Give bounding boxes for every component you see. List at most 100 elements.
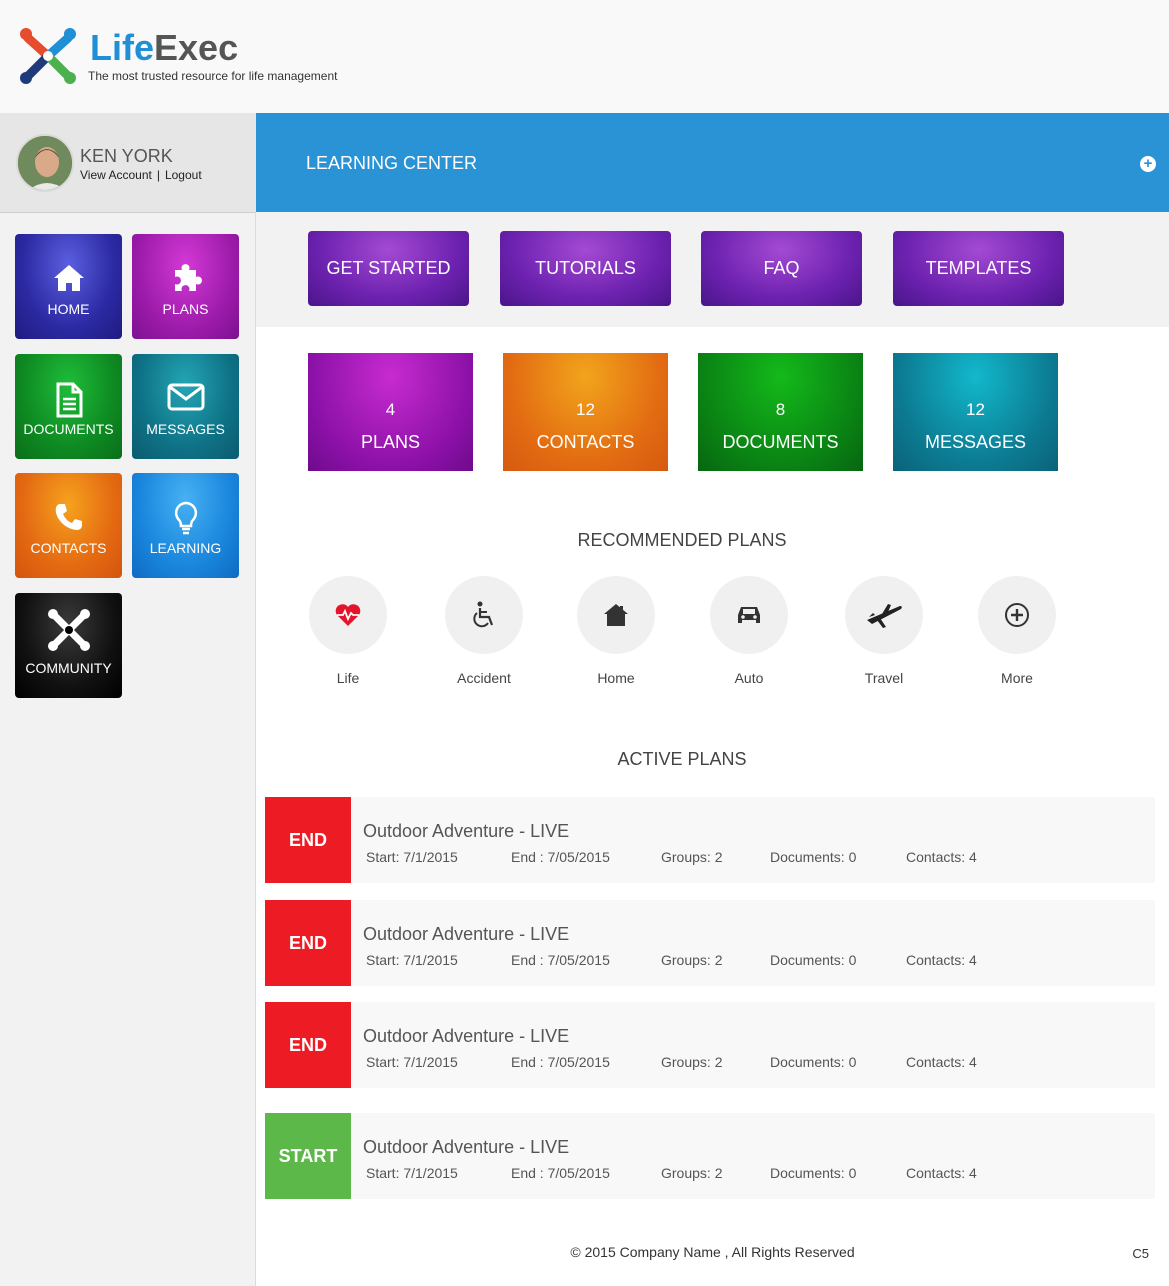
plan-start-date: Start: 7/1/2015 — [366, 1165, 458, 1181]
brand-name[interactable]: LifeExec — [90, 28, 238, 68]
stat-card-contacts[interactable]: 12 CONTACTS — [503, 353, 668, 471]
learning-toolbar: GET STARTED TUTORIALS FAQ TEMPLATES — [256, 212, 1169, 327]
active-plan-row[interactable]: END Outdoor Adventure - LIVE Start: 7/1/… — [265, 797, 1155, 883]
plan-end-date: End : 7/05/2015 — [511, 1054, 610, 1070]
plan-start-date: Start: 7/1/2015 — [366, 952, 458, 968]
stat-count: 4 — [385, 400, 396, 419]
faq-button[interactable]: FAQ — [701, 231, 862, 306]
brand-tagline: The most trusted resource for life manag… — [88, 69, 338, 83]
tutorials-button[interactable]: TUTORIALS — [500, 231, 671, 306]
active-plan-row[interactable]: END Outdoor Adventure - LIVE Start: 7/1/… — [265, 1002, 1155, 1088]
end-button[interactable]: END — [265, 797, 351, 883]
nav-tile-label: MESSAGES — [146, 421, 225, 437]
stat-label: MESSAGES — [924, 432, 1027, 452]
end-button[interactable]: END — [265, 1002, 351, 1088]
nav-tile-label: HOME — [47, 301, 90, 317]
nav-tile-community[interactable]: COMMUNITY — [15, 593, 122, 698]
plan-start-date: Start: 7/1/2015 — [366, 849, 458, 865]
heartbeat-icon — [335, 604, 361, 626]
nav-tile-label: CONTACTS — [30, 540, 107, 556]
document-icon — [56, 382, 82, 418]
active-plan-row[interactable]: END Outdoor Adventure - LIVE Start: 7/1/… — [265, 900, 1155, 986]
plan-title[interactable]: Outdoor Adventure - LIVE — [363, 924, 569, 945]
user-panel: KEN YORK View Account | Logout — [0, 113, 256, 213]
active-plan-row[interactable]: START Outdoor Adventure - LIVE Start: 7/… — [265, 1113, 1155, 1199]
link-separator: | — [156, 168, 160, 182]
plus-circle-icon — [1005, 603, 1029, 627]
car-icon — [738, 607, 760, 623]
recommended-plan-home[interactable]: Home — [566, 576, 666, 686]
recommended-plan-travel[interactable]: Travel — [834, 576, 934, 686]
stat-label: CONTACTS — [536, 432, 635, 452]
recommended-plan-label: More — [1001, 670, 1033, 686]
plan-documents: Documents: 0 — [770, 1054, 857, 1070]
view-account-link[interactable]: View Account — [80, 168, 152, 182]
recommended-plan-accident[interactable]: Accident — [434, 576, 534, 686]
nav-tile-label: LEARNING — [149, 540, 222, 556]
brand-name-part1: Life — [90, 27, 155, 68]
logo-icon[interactable] — [14, 22, 82, 90]
avatar-image — [18, 136, 72, 190]
nav-tile-label: PLANS — [162, 301, 209, 317]
wheelchair-icon — [473, 601, 494, 628]
sidebar: KEN YORK View Account | Logout HOME PLANS … — [0, 113, 256, 1286]
nav-tile-home[interactable]: HOME — [15, 234, 122, 339]
plan-groups: Groups: 2 — [661, 1054, 723, 1070]
templates-button[interactable]: TEMPLATES — [893, 231, 1064, 306]
plus-circle-icon[interactable]: + — [1140, 156, 1156, 172]
airplane-icon — [867, 604, 902, 628]
recommended-plan-label: Home — [597, 670, 635, 686]
learning-center-banner: LEARNING CENTER + — [256, 113, 1169, 212]
recommended-plan-label: Auto — [734, 670, 764, 686]
stat-count: 8 — [775, 400, 786, 419]
nav-tile-messages[interactable]: MESSAGES — [132, 354, 239, 459]
plan-contacts: Contacts: 4 — [906, 952, 977, 968]
stat-card-messages[interactable]: 12 MESSAGES — [893, 353, 1058, 471]
active-plans-title: ACTIVE PLANS — [617, 749, 747, 769]
recommended-plan-more[interactable]: More — [967, 576, 1067, 686]
recommended-plan-label: Travel — [864, 670, 904, 686]
envelope-icon — [167, 383, 204, 411]
plan-groups: Groups: 2 — [661, 952, 723, 968]
page-title: LEARNING CENTER — [306, 153, 478, 173]
plan-groups: Groups: 2 — [661, 849, 723, 865]
brand-name-part2: Exec — [154, 27, 239, 68]
plan-contacts: Contacts: 4 — [906, 1165, 977, 1181]
nav-tile-plans[interactable]: PLANS — [132, 234, 239, 339]
logout-link[interactable]: Logout — [165, 168, 202, 182]
start-button[interactable]: START — [265, 1113, 351, 1199]
plan-start-date: Start: 7/1/2015 — [366, 1054, 458, 1070]
plan-contacts: Contacts: 4 — [906, 1054, 977, 1070]
recommended-plan-auto[interactable]: Auto — [699, 576, 799, 686]
user-name: KEN YORK — [80, 146, 173, 166]
recommended-plan-label: Accident — [457, 670, 511, 686]
stat-card-plans[interactable]: 4 PLANS — [308, 353, 473, 471]
stat-count: 12 — [576, 400, 595, 419]
plan-contacts: Contacts: 4 — [906, 849, 977, 865]
nav-tile-documents[interactable]: DOCUMENTS — [15, 354, 122, 459]
get-started-button[interactable]: GET STARTED — [308, 231, 469, 306]
nav-tile-contacts[interactable]: CONTACTS — [15, 473, 122, 578]
user-links: View Account | Logout — [80, 168, 202, 182]
header: LifeExec The most trusted resource for l… — [0, 0, 1169, 113]
plan-title[interactable]: Outdoor Adventure - LIVE — [363, 1026, 569, 1047]
plan-end-date: End : 7/05/2015 — [511, 1165, 610, 1181]
avatar[interactable] — [16, 134, 74, 192]
home-icon — [53, 265, 84, 291]
plan-end-date: End : 7/05/2015 — [511, 952, 610, 968]
plan-end-date: End : 7/05/2015 — [511, 849, 610, 865]
plan-documents: Documents: 0 — [770, 849, 857, 865]
stat-card-documents[interactable]: 8 DOCUMENTS — [698, 353, 863, 471]
nav-tile-label: COMMUNITY — [25, 660, 112, 676]
recommended-plan-life[interactable]: Life — [298, 576, 398, 686]
footer-copyright: © 2015 Company Name , All Rights Reserve… — [570, 1244, 855, 1260]
house-icon — [604, 604, 628, 626]
plan-title[interactable]: Outdoor Adventure - LIVE — [363, 821, 569, 842]
nav-tile-learning[interactable]: LEARNING — [132, 473, 239, 578]
stat-label: DOCUMENTS — [722, 432, 839, 452]
footer-code: C5 — [1132, 1246, 1149, 1261]
end-button[interactable]: END — [265, 900, 351, 986]
plan-title[interactable]: Outdoor Adventure - LIVE — [363, 1137, 569, 1158]
puzzle-icon — [174, 264, 202, 291]
nav-tile-label: DOCUMENTS — [23, 421, 114, 437]
